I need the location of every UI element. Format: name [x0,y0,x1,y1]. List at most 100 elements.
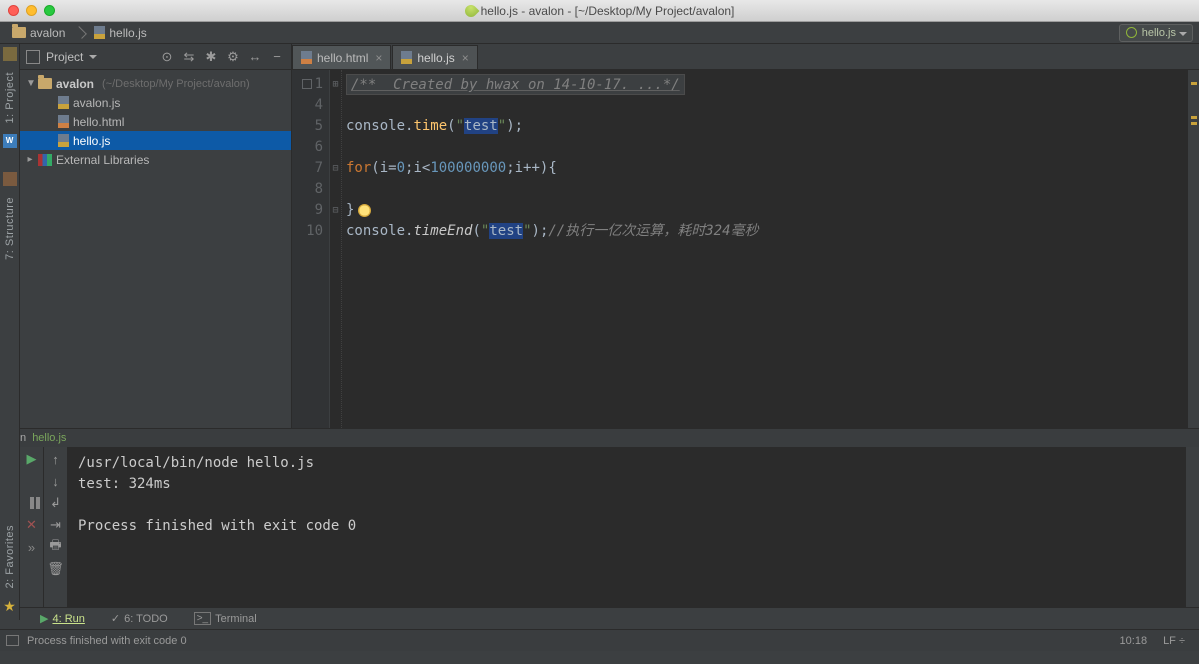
fold-column[interactable]: ⊞ ⊟ ⊟ [330,70,342,428]
breadcrumb-file[interactable]: hello.js [71,23,152,43]
settings-icon[interactable]: ✱ [203,49,219,65]
line-number[interactable]: 10 [292,221,323,242]
close-icon[interactable]: × [375,51,382,65]
chevron-right-icon[interactable]: ▸ [26,154,34,165]
tree-root[interactable]: ▼ avalon (~/Desktop/My Project/avalon) [20,74,291,93]
fold-close-icon[interactable]: ⊟ [330,200,341,221]
left-tool-strip: 1: Project W 7: Structure [0,44,20,428]
resize-icon[interactable]: ↔ [247,49,263,65]
up-button[interactable]: ↑ [48,451,64,467]
html-file-icon [301,51,312,64]
hide-icon[interactable]: − [269,49,285,65]
ws-tool-icon[interactable]: W [3,134,17,148]
intention-bulb-icon[interactable] [358,204,371,217]
terminal-icon: >_ [194,612,211,625]
run-console[interactable]: /usr/local/bin/node hello.js test: 324ms… [68,447,1185,607]
tooltab-todo[interactable]: ✓ 6: TODO [105,610,174,628]
nav-members-dropdown[interactable]: hello.js [1119,24,1193,42]
clear-button[interactable]: 🗑 [48,561,64,577]
breadcrumb-root[interactable]: avalon [6,23,71,43]
gutter[interactable]: 1 4 5 6 7 8 9 10 [292,70,330,428]
tooltab-label: Terminal [215,613,257,625]
run-config-name: hello.js [32,432,66,444]
tree-root-label: avalon [56,77,94,91]
warning-marker[interactable] [1191,116,1197,119]
run-body: ▶ ✕ » ↑ ↓ ↲ ⇥ 🖶 🗑 /usr/local/bin/node he… [0,447,1199,607]
line-number[interactable]: 6 [292,137,323,158]
line-number[interactable]: 7 [292,158,323,179]
chevron-down-icon[interactable]: ▼ [26,78,34,89]
js-file-icon [94,26,105,39]
code-body[interactable]: /** Created by hwax on 14-10-17. ...*/ c… [342,70,1187,428]
folder-icon [38,78,52,89]
tree-external-libs[interactable]: ▸ External Libraries [20,150,291,169]
scroll-from-source-icon[interactable]: ⊙ [159,49,175,65]
favorites-tool-strip: 2: Favorites ★ [0,428,20,620]
warning-marker[interactable] [1191,82,1197,85]
structure-tool-icon[interactable] [3,172,17,186]
pin-button[interactable]: » [24,539,40,555]
window-title: hello.js - avalon - [~/Desktop/My Projec… [0,4,1199,18]
soft-wrap-button[interactable]: ↲ [48,495,64,511]
tree-file-hellojs[interactable]: hello.js [20,131,291,150]
favorites-tool-label[interactable]: 2: Favorites [4,517,16,596]
tree-file-avalon[interactable]: avalon.js [20,93,291,112]
scroll-to-end-button[interactable]: ⇥ [48,517,64,533]
js-file-icon [401,51,412,64]
gear-icon[interactable]: ⚙ [225,49,241,65]
stop-button[interactable] [24,473,40,489]
line-number[interactable]: 5 [292,116,323,137]
run-toolbar-a: ▶ ✕ » [20,447,44,607]
line-number[interactable]: 9 [292,200,323,221]
collapse-icon[interactable]: ⇆ [181,49,197,65]
run-scrollbar[interactable] [1185,447,1199,607]
line-number[interactable]: 4 [292,95,323,116]
folder-icon [12,27,26,38]
main-row: 1: Project W 7: Structure Project ⊙ ⇆ ✱ … [0,44,1199,428]
tooltab-run[interactable]: ▶ 4: Run [34,610,91,628]
line-number[interactable]: 8 [292,179,323,200]
project-tree: ▼ avalon (~/Desktop/My Project/avalon) a… [20,70,291,173]
line-separator[interactable]: LF ÷ [1155,635,1193,647]
folded-block[interactable]: /** Created by hwax on 14-10-17. ...*/ [346,74,685,95]
code-area[interactable]: 1 4 5 6 7 8 9 10 ⊞ ⊟ ⊟ /** Created by hw… [292,70,1199,428]
down-button[interactable]: ↓ [48,473,64,489]
status-message: Process finished with exit code 0 [27,635,187,647]
project-tool-label[interactable]: 1: Project [4,64,16,131]
project-view-icon[interactable] [26,50,40,64]
print-button[interactable]: 🖶 [48,539,64,555]
structure-tool-label[interactable]: 7: Structure [4,189,16,268]
project-title: Project [46,50,83,64]
fold-icon[interactable]: ⊞ [330,74,341,95]
project-tool-icon[interactable] [3,47,17,61]
tab-hellohtml[interactable]: hello.html × [292,45,391,69]
caret-position[interactable]: 10:18 [1112,635,1156,647]
status-icon[interactable] [6,635,19,646]
editor-scrollbar[interactable] [1187,70,1199,428]
tooltab-terminal[interactable]: >_ Terminal [188,610,263,628]
project-sidebar: Project ⊙ ⇆ ✱ ⚙ ↔ − ▼ avalon (~/Desktop/… [20,44,292,428]
line-number[interactable]: 1 [292,74,323,95]
project-header: Project ⊙ ⇆ ✱ ⚙ ↔ − [20,44,291,70]
close-button[interactable]: ✕ [24,517,40,533]
close-icon[interactable]: × [462,51,469,65]
tooltab-label: 4: Run [52,613,84,625]
project-dropdown-icon[interactable] [89,55,97,63]
tree-file-hellohtml[interactable]: hello.html [20,112,291,131]
pause-button[interactable] [24,495,40,511]
tab-hellojs[interactable]: hello.js × [392,45,477,69]
tab-label: hello.js [417,51,454,65]
warning-marker[interactable] [1191,122,1197,125]
breadcrumb-root-label: avalon [30,26,65,40]
editor: hello.html × hello.js × 1 4 5 6 7 8 9 10… [292,44,1199,428]
star-icon[interactable]: ★ [3,599,17,613]
tree-file-label: hello.js [73,134,110,148]
nav-dropdown-label: hello.js [1142,27,1176,39]
rerun-button[interactable]: ▶ [24,451,40,467]
console-line: /usr/local/bin/node hello.js [78,455,314,471]
titlebar: hello.js - avalon - [~/Desktop/My Projec… [0,0,1199,22]
fold-open-icon[interactable]: ⊟ [330,158,341,179]
window-title-text: hello.js - avalon - [~/Desktop/My Projec… [481,4,735,18]
bottom-toolbar: ▶ 4: Run ✓ 6: TODO >_ Terminal [0,607,1199,629]
run-header: Run hello.js [0,429,1199,447]
